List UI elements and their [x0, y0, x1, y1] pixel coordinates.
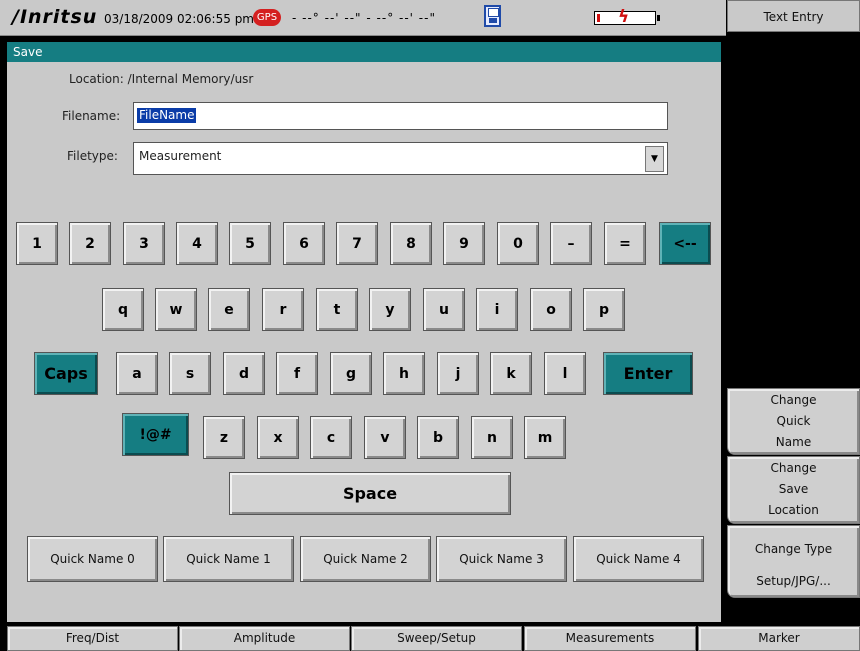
- key-o[interactable]: o: [530, 288, 572, 331]
- key-n[interactable]: n: [471, 416, 513, 459]
- key-b[interactable]: b: [417, 416, 459, 459]
- battery-tip: [657, 15, 660, 21]
- brand-logo: /Inritsu: [12, 6, 98, 28]
- key-u[interactable]: u: [423, 288, 465, 331]
- save-dialog: Save Location: /Internal Memory/usr File…: [7, 42, 721, 622]
- key-2[interactable]: 2: [69, 222, 111, 265]
- filetype-select[interactable]: Measurement ▼: [133, 142, 668, 175]
- softkey-line: Change Type: [754, 542, 833, 556]
- gps-badge: GPS: [253, 9, 281, 26]
- key-3[interactable]: 3: [123, 222, 165, 265]
- quick-name-2-button[interactable]: Quick Name 2: [300, 536, 431, 582]
- key-7[interactable]: 7: [336, 222, 378, 265]
- charging-bolt-icon: ϟ: [618, 7, 630, 27]
- softkey-line: Name: [775, 435, 812, 449]
- key-f[interactable]: f: [276, 352, 318, 395]
- softkey-line: Save: [778, 482, 809, 496]
- key-5[interactable]: 5: [229, 222, 271, 265]
- key-v[interactable]: v: [364, 416, 406, 459]
- key-r[interactable]: r: [262, 288, 304, 331]
- key-c[interactable]: c: [310, 416, 352, 459]
- quick-name-0-button[interactable]: Quick Name 0: [27, 536, 158, 582]
- datetime-readout: 03/18/2009 02:06:55 pm: [104, 12, 254, 26]
- gps-coordinates: - --° --' --" - --° --' --": [292, 11, 436, 25]
- key-6[interactable]: 6: [283, 222, 325, 265]
- key-x[interactable]: x: [257, 416, 299, 459]
- dialog-title: Save: [7, 42, 721, 62]
- key-minus[interactable]: –: [550, 222, 592, 265]
- tab-freq-dist[interactable]: Freq/Dist: [7, 626, 178, 651]
- key-8[interactable]: 8: [390, 222, 432, 265]
- change-quick-name-button[interactable]: Change Quick Name: [727, 388, 860, 455]
- battery-icon: ϟ: [594, 7, 656, 27]
- filename-value: FileName: [137, 108, 197, 123]
- enter-key[interactable]: Enter: [603, 352, 693, 395]
- key-i[interactable]: i: [476, 288, 518, 331]
- tab-measurements[interactable]: Measurements: [524, 626, 696, 651]
- key-1[interactable]: 1: [16, 222, 58, 265]
- key-equals[interactable]: =: [604, 222, 646, 265]
- key-p[interactable]: p: [583, 288, 625, 331]
- tab-sweep-setup[interactable]: Sweep/Setup: [351, 626, 522, 651]
- softkey-line: Location: [768, 503, 819, 517]
- key-k[interactable]: k: [490, 352, 532, 395]
- key-h[interactable]: h: [383, 352, 425, 395]
- quick-name-1-button[interactable]: Quick Name 1: [163, 536, 294, 582]
- key-a[interactable]: a: [116, 352, 158, 395]
- key-4[interactable]: 4: [176, 222, 218, 265]
- menu-title: Text Entry: [727, 0, 860, 32]
- key-0[interactable]: 0: [497, 222, 539, 265]
- key-t[interactable]: t: [316, 288, 358, 331]
- key-9[interactable]: 9: [443, 222, 485, 265]
- save-disk-icon: [484, 5, 501, 27]
- symbols-key[interactable]: !@#: [122, 413, 189, 456]
- key-s[interactable]: s: [169, 352, 211, 395]
- key-e[interactable]: e: [208, 288, 250, 331]
- change-type-button[interactable]: Change Type Setup/JPG/...: [727, 525, 860, 598]
- tab-amplitude[interactable]: Amplitude: [179, 626, 350, 651]
- filetype-value: Measurement: [139, 149, 222, 163]
- dropdown-arrow-icon[interactable]: ▼: [645, 146, 664, 172]
- filetype-label: Filetype:: [67, 149, 118, 163]
- backspace-key[interactable]: <--: [659, 222, 711, 265]
- key-j[interactable]: j: [437, 352, 479, 395]
- key-l[interactable]: l: [544, 352, 586, 395]
- key-d[interactable]: d: [223, 352, 265, 395]
- key-y[interactable]: y: [369, 288, 411, 331]
- key-q[interactable]: q: [102, 288, 144, 331]
- key-z[interactable]: z: [203, 416, 245, 459]
- filename-label: Filename:: [62, 109, 121, 123]
- softkey-line: Change: [770, 393, 817, 407]
- quick-name-3-button[interactable]: Quick Name 3: [436, 536, 567, 582]
- space-key[interactable]: Space: [229, 472, 511, 515]
- key-w[interactable]: w: [155, 288, 197, 331]
- softkey-line: Setup/JPG/...: [756, 574, 831, 588]
- key-m[interactable]: m: [524, 416, 566, 459]
- key-g[interactable]: g: [330, 352, 372, 395]
- softkey-line: Quick: [776, 414, 811, 428]
- softkey-line: Change: [770, 461, 817, 475]
- change-save-location-button[interactable]: Change Save Location: [727, 456, 860, 524]
- caps-key[interactable]: Caps: [34, 352, 98, 395]
- filename-field[interactable]: FileName: [133, 102, 668, 130]
- location-label: Location: /Internal Memory/usr: [69, 72, 254, 86]
- quick-name-4-button[interactable]: Quick Name 4: [573, 536, 704, 582]
- tab-marker[interactable]: Marker: [698, 626, 860, 651]
